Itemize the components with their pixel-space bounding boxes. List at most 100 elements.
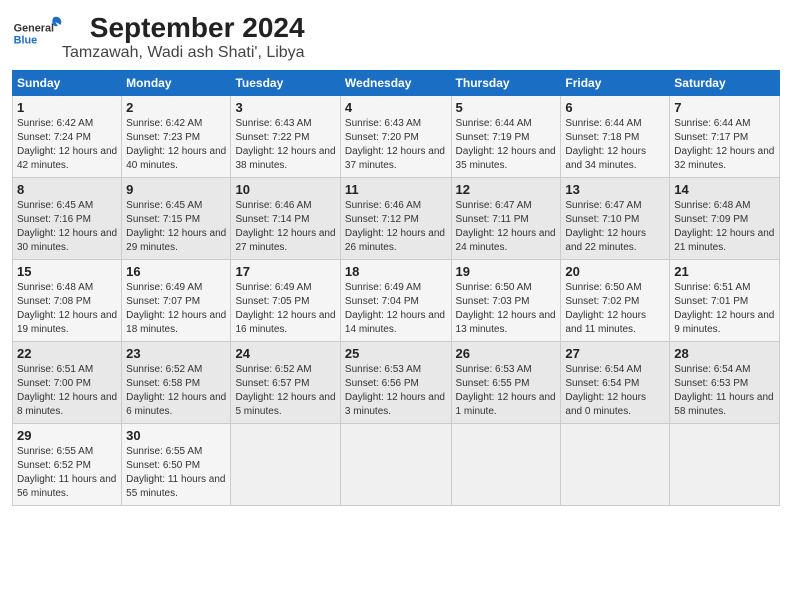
day-number: 7 bbox=[674, 100, 775, 115]
table-row: 9 Sunrise: 6:45 AMSunset: 7:15 PMDaylight… bbox=[122, 178, 231, 260]
table-row: 2 Sunrise: 6:42 AMSunset: 7:23 PMDaylight… bbox=[122, 96, 231, 178]
day-info: Sunrise: 6:46 AMSunset: 7:12 PMDaylight:… bbox=[345, 199, 447, 255]
table-row: 25 Sunrise: 6:53 AMSunset: 6:56 PMDayligh… bbox=[340, 342, 451, 424]
day-info: Sunrise: 6:55 AMSunset: 6:50 PMDaylight:… bbox=[126, 445, 226, 501]
day-info: Sunrise: 6:49 AMSunset: 7:05 PMDaylight:… bbox=[235, 281, 335, 337]
day-info: Sunrise: 6:43 AMSunset: 7:22 PMDaylight:… bbox=[235, 117, 335, 173]
logo: General Blue bbox=[12, 12, 62, 52]
table-row: 7 Sunrise: 6:44 AMSunset: 7:17 PMDaylight… bbox=[670, 96, 780, 178]
day-number: 9 bbox=[126, 182, 226, 197]
day-number: 10 bbox=[235, 182, 335, 197]
title-area: September 2024 Tamzawah, Wadi ash Shati'… bbox=[62, 12, 305, 62]
calendar-week-row: 8Sunrise: 6:45 AMSunset: 7:16 PMDaylight… bbox=[13, 178, 780, 260]
table-row: 8Sunrise: 6:45 AMSunset: 7:16 PMDaylight… bbox=[13, 178, 122, 260]
day-number: 22 bbox=[17, 346, 117, 361]
day-number: 28 bbox=[674, 346, 775, 361]
day-info: Sunrise: 6:44 AMSunset: 7:19 PMDaylight:… bbox=[456, 117, 557, 173]
calendar: Sunday Monday Tuesday Wednesday Thursday… bbox=[12, 70, 780, 506]
day-number: 26 bbox=[456, 346, 557, 361]
table-row: 27 Sunrise: 6:54 AMSunset: 6:54 PMDayligh… bbox=[561, 342, 670, 424]
day-number: 12 bbox=[456, 182, 557, 197]
table-row: 23 Sunrise: 6:52 AMSunset: 6:58 PMDayligh… bbox=[122, 342, 231, 424]
day-info: Sunrise: 6:54 AMSunset: 6:53 PMDaylight:… bbox=[674, 363, 775, 419]
calendar-header-row: Sunday Monday Tuesday Wednesday Thursday… bbox=[13, 71, 780, 96]
table-row: 10 Sunrise: 6:46 AMSunset: 7:14 PMDayligh… bbox=[231, 178, 340, 260]
day-number: 19 bbox=[456, 264, 557, 279]
day-info: Sunrise: 6:53 AMSunset: 6:56 PMDaylight:… bbox=[345, 363, 447, 419]
day-number: 2 bbox=[126, 100, 226, 115]
col-thursday: Thursday bbox=[451, 71, 561, 96]
col-sunday: Sunday bbox=[13, 71, 122, 96]
day-info: Sunrise: 6:46 AMSunset: 7:14 PMDaylight:… bbox=[235, 199, 335, 255]
table-row: 13 Sunrise: 6:47 AMSunset: 7:10 PMDayligh… bbox=[561, 178, 670, 260]
table-row: 30 Sunrise: 6:55 AMSunset: 6:50 PMDayligh… bbox=[122, 424, 231, 506]
day-info: Sunrise: 6:50 AMSunset: 7:03 PMDaylight:… bbox=[456, 281, 557, 337]
day-info: Sunrise: 6:48 AMSunset: 7:09 PMDaylight:… bbox=[674, 199, 775, 255]
col-tuesday: Tuesday bbox=[231, 71, 340, 96]
table-row: 15 Sunrise: 6:48 AMSunset: 7:08 PMDayligh… bbox=[13, 260, 122, 342]
table-row: 18Sunrise: 6:49 AMSunset: 7:04 PMDayligh… bbox=[340, 260, 451, 342]
col-wednesday: Wednesday bbox=[340, 71, 451, 96]
day-number: 17 bbox=[235, 264, 335, 279]
day-info: Sunrise: 6:42 AMSunset: 7:24 PMDaylight:… bbox=[17, 117, 117, 173]
logo-icon: General Blue bbox=[12, 12, 62, 52]
table-row: 22 Sunrise: 6:51 AMSunset: 7:00 PMDayligh… bbox=[13, 342, 122, 424]
day-info: Sunrise: 6:44 AMSunset: 7:17 PMDaylight:… bbox=[674, 117, 775, 173]
day-number: 15 bbox=[17, 264, 117, 279]
page-title: September 2024 bbox=[62, 12, 305, 44]
table-row: 20 Sunrise: 6:50 AMSunset: 7:02 PMDayligh… bbox=[561, 260, 670, 342]
table-row: 24Sunrise: 6:52 AMSunset: 6:57 PMDayligh… bbox=[231, 342, 340, 424]
day-number: 20 bbox=[565, 264, 665, 279]
day-number: 14 bbox=[674, 182, 775, 197]
day-number: 5 bbox=[456, 100, 557, 115]
day-number: 25 bbox=[345, 346, 447, 361]
table-row: 29 Sunrise: 6:55 AMSunset: 6:52 PMDayligh… bbox=[13, 424, 122, 506]
table-row: 26 Sunrise: 6:53 AMSunset: 6:55 PMDayligh… bbox=[451, 342, 561, 424]
table-row bbox=[561, 424, 670, 506]
calendar-week-row: 15 Sunrise: 6:48 AMSunset: 7:08 PMDayligh… bbox=[13, 260, 780, 342]
table-row: 12Sunrise: 6:47 AMSunset: 7:11 PMDayligh… bbox=[451, 178, 561, 260]
day-info: Sunrise: 6:52 AMSunset: 6:57 PMDaylight:… bbox=[235, 363, 335, 419]
calendar-week-row: 1 Sunrise: 6:42 AMSunset: 7:24 PMDaylight… bbox=[13, 96, 780, 178]
day-number: 23 bbox=[126, 346, 226, 361]
table-row bbox=[340, 424, 451, 506]
table-row bbox=[451, 424, 561, 506]
day-number: 1 bbox=[17, 100, 117, 115]
svg-text:Blue: Blue bbox=[14, 34, 37, 46]
day-number: 4 bbox=[345, 100, 447, 115]
calendar-week-row: 29 Sunrise: 6:55 AMSunset: 6:52 PMDayligh… bbox=[13, 424, 780, 506]
day-number: 8 bbox=[17, 182, 117, 197]
day-info: Sunrise: 6:51 AMSunset: 7:00 PMDaylight:… bbox=[17, 363, 117, 419]
table-row: 28 Sunrise: 6:54 AMSunset: 6:53 PMDayligh… bbox=[670, 342, 780, 424]
page-subtitle: Tamzawah, Wadi ash Shati', Libya bbox=[62, 44, 305, 62]
table-row: 21Sunrise: 6:51 AMSunset: 7:01 PMDayligh… bbox=[670, 260, 780, 342]
day-number: 3 bbox=[235, 100, 335, 115]
table-row bbox=[231, 424, 340, 506]
col-saturday: Saturday bbox=[670, 71, 780, 96]
header: General Blue September 2024 Tamzawah, Wa… bbox=[12, 12, 780, 62]
svg-text:General: General bbox=[14, 23, 54, 35]
day-info: Sunrise: 6:55 AMSunset: 6:52 PMDaylight:… bbox=[17, 445, 117, 501]
col-friday: Friday bbox=[561, 71, 670, 96]
day-info: Sunrise: 6:49 AMSunset: 7:07 PMDaylight:… bbox=[126, 281, 226, 337]
day-number: 27 bbox=[565, 346, 665, 361]
day-info: Sunrise: 6:52 AMSunset: 6:58 PMDaylight:… bbox=[126, 363, 226, 419]
day-number: 13 bbox=[565, 182, 665, 197]
table-row: 4 Sunrise: 6:43 AMSunset: 7:20 PMDaylight… bbox=[340, 96, 451, 178]
day-info: Sunrise: 6:44 AMSunset: 7:18 PMDaylight:… bbox=[565, 117, 665, 173]
day-number: 29 bbox=[17, 428, 117, 443]
day-info: Sunrise: 6:42 AMSunset: 7:23 PMDaylight:… bbox=[126, 117, 226, 173]
table-row bbox=[670, 424, 780, 506]
day-number: 6 bbox=[565, 100, 665, 115]
day-number: 16 bbox=[126, 264, 226, 279]
day-info: Sunrise: 6:49 AMSunset: 7:04 PMDaylight:… bbox=[345, 281, 447, 337]
day-info: Sunrise: 6:45 AMSunset: 7:15 PMDaylight:… bbox=[126, 199, 226, 255]
day-info: Sunrise: 6:48 AMSunset: 7:08 PMDaylight:… bbox=[17, 281, 117, 337]
day-info: Sunrise: 6:50 AMSunset: 7:02 PMDaylight:… bbox=[565, 281, 665, 337]
day-info: Sunrise: 6:43 AMSunset: 7:20 PMDaylight:… bbox=[345, 117, 447, 173]
day-info: Sunrise: 6:53 AMSunset: 6:55 PMDaylight:… bbox=[456, 363, 557, 419]
day-number: 30 bbox=[126, 428, 226, 443]
day-info: Sunrise: 6:54 AMSunset: 6:54 PMDaylight:… bbox=[565, 363, 665, 419]
day-info: Sunrise: 6:47 AMSunset: 7:10 PMDaylight:… bbox=[565, 199, 665, 255]
day-number: 21 bbox=[674, 264, 775, 279]
